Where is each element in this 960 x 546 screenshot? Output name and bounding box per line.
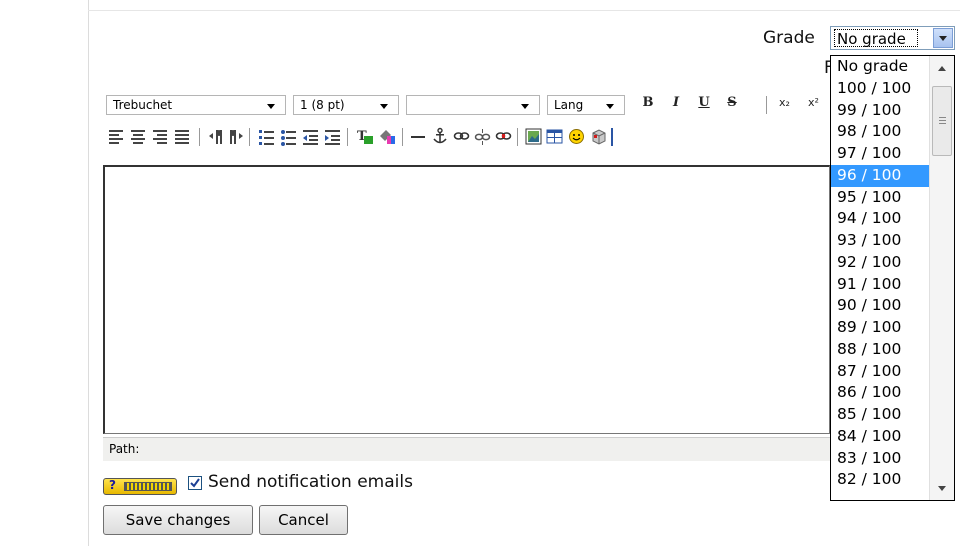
grade-option[interactable]: 84 / 100 bbox=[831, 426, 929, 448]
ltr-icon[interactable] bbox=[209, 130, 222, 144]
chevron-down-icon bbox=[939, 36, 947, 41]
font-size-value: 1 (8 pt) bbox=[300, 98, 345, 112]
text-color-icon[interactable]: T bbox=[357, 129, 373, 144]
grade-dropdown-list[interactable]: No grade 100 / 100 99 / 100 98 / 100 97 / 10… bbox=[830, 55, 955, 501]
align-left-icon[interactable] bbox=[109, 130, 123, 144]
editor-path-label: Path: bbox=[109, 442, 140, 456]
toolbar-separator bbox=[199, 128, 200, 146]
editor-path-bar: Path: bbox=[103, 437, 830, 461]
align-center-icon[interactable] bbox=[131, 130, 145, 144]
left-border bbox=[88, 0, 89, 546]
rtl-icon[interactable] bbox=[230, 130, 243, 144]
send-notification-label: Send notification emails bbox=[208, 472, 413, 492]
font-family-select[interactable]: Trebuchet bbox=[106, 95, 286, 115]
grade-option[interactable]: No grade bbox=[831, 56, 929, 78]
help-icon: ? bbox=[109, 478, 116, 492]
scroll-up-icon[interactable] bbox=[938, 66, 946, 71]
grip-line bbox=[939, 120, 946, 121]
grade-option[interactable]: 95 / 100 bbox=[831, 187, 929, 209]
help-button[interactable]: ? bbox=[103, 478, 177, 495]
grade-option[interactable]: 97 / 100 bbox=[831, 143, 929, 165]
language-select[interactable]: Lang bbox=[547, 95, 625, 115]
checkmark-icon bbox=[190, 478, 200, 488]
scrollbar-thumb[interactable] bbox=[932, 86, 952, 156]
grade-select[interactable]: No grade bbox=[830, 26, 955, 50]
grade-option[interactable]: 93 / 100 bbox=[831, 230, 929, 252]
anchor-icon[interactable] bbox=[433, 127, 447, 144]
grade-option[interactable]: 96 / 100 bbox=[831, 164, 929, 187]
grip-line bbox=[939, 123, 946, 124]
scroll-down-icon[interactable] bbox=[938, 486, 946, 491]
underline-button[interactable]: U bbox=[696, 95, 712, 110]
smiley-icon[interactable] bbox=[569, 129, 584, 144]
bold-button[interactable]: B bbox=[640, 95, 656, 110]
grade-option[interactable]: 86 / 100 bbox=[831, 382, 929, 404]
grade-select-arrow-button[interactable] bbox=[933, 28, 953, 48]
grade-option[interactable]: 89 / 100 bbox=[831, 317, 929, 339]
grade-option[interactable]: 83 / 100 bbox=[831, 448, 929, 470]
italic-button[interactable]: I bbox=[668, 95, 684, 110]
toolbar-separator bbox=[766, 96, 767, 114]
insert-image-icon[interactable] bbox=[525, 128, 542, 145]
chevron-down-icon bbox=[606, 104, 614, 109]
language-value: Lang bbox=[554, 98, 584, 112]
numbered-list-icon[interactable] bbox=[259, 130, 274, 145]
cancel-button[interactable]: Cancel bbox=[259, 505, 348, 535]
send-notification-checkbox[interactable] bbox=[188, 476, 202, 490]
top-border bbox=[88, 10, 960, 11]
link-icon[interactable] bbox=[453, 132, 470, 140]
grade-option[interactable]: 100 / 100 bbox=[831, 78, 929, 100]
editor-content-area[interactable] bbox=[103, 165, 830, 434]
toolbar-separator bbox=[611, 128, 613, 146]
grade-option[interactable]: 82 / 100 bbox=[831, 469, 929, 491]
save-changes-button[interactable]: Save changes bbox=[103, 505, 253, 535]
grade-label: Grade bbox=[763, 28, 815, 48]
grip-line bbox=[939, 117, 946, 118]
nolink-icon[interactable] bbox=[495, 132, 512, 140]
chevron-down-icon bbox=[521, 104, 529, 109]
grade-option[interactable]: 88 / 100 bbox=[831, 339, 929, 361]
align-justify-icon[interactable] bbox=[175, 130, 189, 144]
outdent-icon[interactable] bbox=[303, 130, 318, 145]
background-color-icon[interactable] bbox=[380, 130, 395, 144]
grade-option[interactable]: 99 / 100 bbox=[831, 100, 929, 122]
keyboard-icon bbox=[124, 482, 172, 491]
insert-table-icon[interactable] bbox=[546, 129, 563, 144]
toolbar-separator bbox=[347, 128, 348, 146]
toolbar-separator bbox=[249, 128, 250, 146]
toolbar-row-2: T bbox=[109, 127, 613, 146]
unlink-icon[interactable] bbox=[474, 129, 491, 145]
indent-icon[interactable] bbox=[325, 130, 340, 145]
grade-option[interactable]: 91 / 100 bbox=[831, 274, 929, 296]
horizontal-rule-icon[interactable] bbox=[411, 136, 425, 138]
grade-option[interactable]: 94 / 100 bbox=[831, 208, 929, 230]
toolbar-separator bbox=[402, 128, 403, 146]
grade-option[interactable]: 92 / 100 bbox=[831, 252, 929, 274]
align-right-icon[interactable] bbox=[153, 130, 167, 144]
grade-option[interactable]: 90 / 100 bbox=[831, 295, 929, 317]
chevron-down-icon bbox=[380, 104, 388, 109]
grade-option[interactable]: 98 / 100 bbox=[831, 121, 929, 143]
superscript-button[interactable]: x² bbox=[808, 96, 819, 109]
grade-options: No grade 100 / 100 99 / 100 98 / 100 97 / 10… bbox=[831, 56, 929, 491]
dropdown-scrollbar[interactable] bbox=[929, 56, 954, 500]
font-size-select[interactable]: 1 (8 pt) bbox=[293, 95, 399, 115]
grade-option[interactable]: 87 / 100 bbox=[831, 361, 929, 383]
bullet-list-icon[interactable] bbox=[281, 130, 296, 146]
insert-media-icon[interactable] bbox=[592, 129, 606, 145]
chevron-down-icon bbox=[267, 104, 275, 109]
toolbar-separator bbox=[517, 128, 518, 146]
strikethrough-button[interactable]: S bbox=[724, 95, 740, 110]
grade-option[interactable]: 85 / 100 bbox=[831, 404, 929, 426]
format-select[interactable] bbox=[406, 95, 540, 115]
grade-selected-value: No grade bbox=[834, 29, 918, 48]
subscript-button[interactable]: x₂ bbox=[779, 96, 790, 109]
font-family-value: Trebuchet bbox=[113, 98, 173, 112]
